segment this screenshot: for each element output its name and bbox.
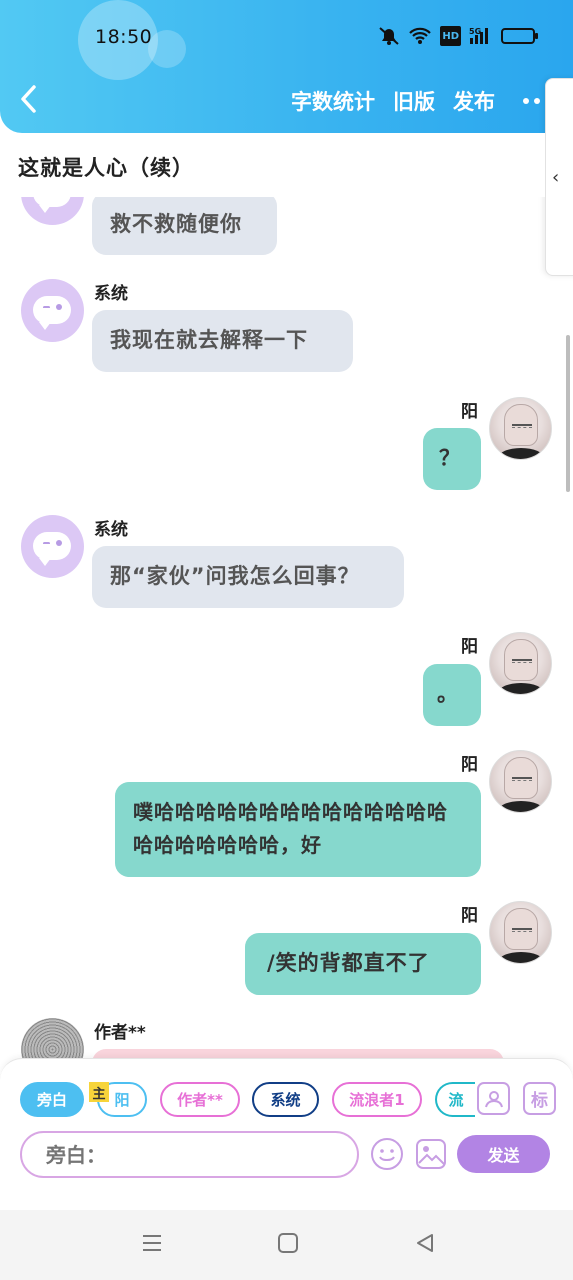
- message-bubble[interactable]: /笑的背都直不了: [245, 933, 481, 995]
- message-input[interactable]: [22, 1133, 357, 1176]
- image-icon[interactable]: [414, 1137, 448, 1171]
- avatar[interactable]: [21, 279, 84, 342]
- signal-icon: 5G: [469, 26, 493, 46]
- status-icons: HD 5G: [378, 26, 538, 46]
- back-nav-icon[interactable]: [414, 1232, 436, 1258]
- avatar[interactable]: [489, 901, 552, 964]
- message-input-wrapper: [20, 1131, 359, 1178]
- publish-button[interactable]: 发布: [453, 86, 495, 116]
- speaker-name: 系统: [94, 284, 128, 304]
- svg-text:5G: 5G: [469, 27, 481, 36]
- mute-icon: [378, 26, 400, 46]
- role-chip-author[interactable]: 作者**: [160, 1082, 240, 1117]
- role-chip-narrator[interactable]: 旁白: [20, 1082, 84, 1117]
- main-character-badge: 主: [89, 1082, 109, 1102]
- speaker-name: 阳: [461, 906, 478, 926]
- chevron-left-icon: [21, 85, 36, 113]
- message-bubble[interactable]: 救不救随便你: [92, 192, 277, 255]
- chevron-left-icon: ‹: [552, 167, 560, 188]
- decor-bubble: [148, 30, 186, 68]
- top-app-bar: 18:50 HD 5G 字数统计 旧版 发布: [0, 0, 573, 133]
- scrollbar[interactable]: [566, 335, 570, 492]
- back-button[interactable]: [18, 84, 48, 120]
- menu-icon[interactable]: [141, 1232, 163, 1258]
- home-icon[interactable]: [277, 1232, 299, 1258]
- message-bubble[interactable]: 。: [423, 664, 481, 726]
- header-actions: 字数统计 旧版 发布: [291, 86, 573, 116]
- message-bubble[interactable]: ？: [423, 428, 481, 490]
- word-count-button[interactable]: 字数统计: [291, 86, 375, 116]
- message-bubble[interactable]: 那“家伙”问我怎么回事？: [92, 546, 404, 608]
- avatar[interactable]: [489, 750, 552, 813]
- speaker-name: 系统: [94, 520, 128, 540]
- send-button[interactable]: 发送: [457, 1135, 550, 1173]
- message-bubble[interactable]: 噗哈哈哈哈哈哈哈哈哈哈哈哈哈哈哈哈哈哈哈哈哈，好: [115, 782, 481, 877]
- status-time: 18:50: [95, 26, 153, 48]
- role-chip-wanderer[interactable]: 流浪者1: [332, 1082, 422, 1117]
- speaker-name: 阳: [461, 755, 478, 775]
- message-bubble[interactable]: 我现在就去解释一下: [92, 310, 353, 372]
- wifi-icon: [408, 26, 432, 46]
- avatar[interactable]: [489, 397, 552, 460]
- side-drawer-handle[interactable]: ‹: [545, 78, 573, 276]
- emoji-icon[interactable]: [370, 1137, 404, 1171]
- avatar[interactable]: [21, 515, 84, 578]
- story-title: 这就是人心（续）: [18, 156, 194, 180]
- role-chip-partial[interactable]: 流: [435, 1082, 475, 1117]
- hd-badge: HD: [440, 26, 461, 46]
- avatar[interactable]: [489, 632, 552, 695]
- speaker-name: 阳: [461, 637, 478, 657]
- speaker-name: 阳: [461, 402, 478, 422]
- mark-button[interactable]: 标: [523, 1082, 556, 1115]
- battery-icon: [501, 26, 538, 46]
- add-character-icon[interactable]: [477, 1082, 510, 1115]
- speaker-name: 作者**: [94, 1023, 146, 1043]
- role-chip-system[interactable]: 系统: [252, 1082, 319, 1117]
- old-version-button[interactable]: 旧版: [393, 86, 435, 116]
